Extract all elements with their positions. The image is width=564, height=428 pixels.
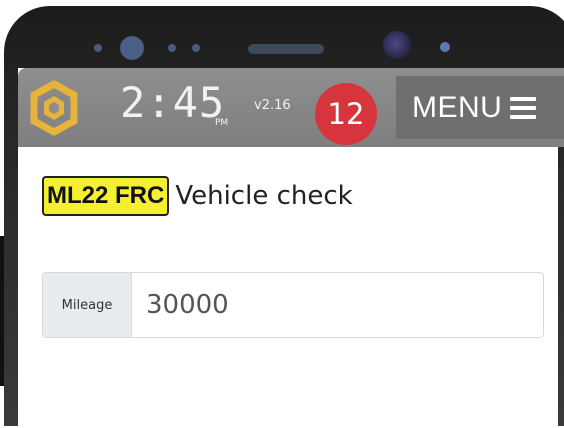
left-edge xyxy=(0,236,4,386)
menu-label: MENU xyxy=(412,90,503,124)
camera-lens xyxy=(383,31,411,59)
sensor-dot xyxy=(94,44,102,52)
speaker-grille xyxy=(248,44,324,54)
hamburger-icon xyxy=(510,96,537,119)
sensor-dot xyxy=(440,42,450,52)
clock-time: 2:45 xyxy=(120,78,226,127)
menu-button[interactable]: MENU xyxy=(396,76,564,139)
clock-ampm: PM xyxy=(215,118,229,128)
page-heading: ML22 FRC Vehicle check xyxy=(42,176,353,216)
front-camera xyxy=(120,36,144,60)
app-header: 2:45 PM v2.16 12 MENU xyxy=(18,68,564,147)
hexagon-logo-icon[interactable] xyxy=(26,80,82,136)
device-frame: 2:45 PM v2.16 12 MENU ML22 FRC Vehicle c… xyxy=(0,0,564,428)
registration-plate: ML22 FRC xyxy=(42,176,170,216)
sensor-dot xyxy=(168,44,176,52)
sensor-dot xyxy=(192,44,200,52)
mileage-label: Mileage xyxy=(43,273,132,337)
page-title: Vehicle check xyxy=(175,181,353,211)
app-version: v2.16 xyxy=(254,98,291,113)
notification-badge[interactable]: 12 xyxy=(315,83,377,145)
mileage-input[interactable] xyxy=(132,273,543,337)
mileage-field-group: Mileage xyxy=(42,272,544,338)
